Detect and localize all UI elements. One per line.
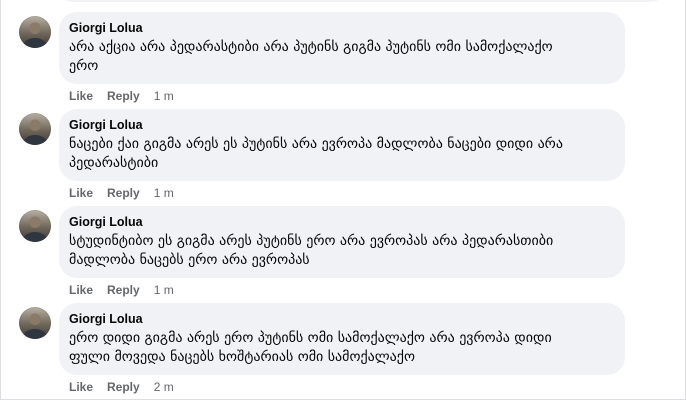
comment-item: Giorgi Lolua სტუდინტიბო ეს გიგმა არეს პუ… <box>1 206 686 307</box>
comment-item: Giorgi Lolua ერო დიდი გიგმა არეს ერო პუტ… <box>1 303 686 404</box>
comment-actions: Like Reply 2 m <box>69 379 174 395</box>
comment-item: Giorgi Lolua ნაცები ქაი გიგმა არეს ეს პუ… <box>1 109 686 210</box>
comments-panel: Giorgi Lolua არა აქცია არა პედარასტიბი ა… <box>0 0 686 400</box>
comment-actions: Like Reply 1 m <box>69 282 174 298</box>
comment-actions: Like Reply 1 m <box>69 88 174 104</box>
comment-bubble: Giorgi Lolua ნაცები ქაი გიგმა არეს ეს პუ… <box>59 109 625 181</box>
reply-button[interactable]: Reply <box>107 283 140 297</box>
comment-text: არა აქცია არა პედარასტიბი არა პუტინს გიგ… <box>69 39 553 74</box>
comment-actions: Like Reply 1 m <box>69 185 174 201</box>
comment-author[interactable]: Giorgi Lolua <box>69 117 613 133</box>
avatar[interactable] <box>19 210 51 242</box>
comment-bubble: Giorgi Lolua ერო დიდი გიგმა არეს ერო პუტ… <box>59 303 625 375</box>
comment-timestamp[interactable]: 2 m <box>154 380 174 394</box>
comment-bubble: Giorgi Lolua არა აქცია არა პედარასტიბი ა… <box>59 12 625 84</box>
comment-author[interactable]: Giorgi Lolua <box>69 214 613 230</box>
reply-button[interactable]: Reply <box>107 380 140 394</box>
like-button[interactable]: Like <box>69 283 93 297</box>
comment-timestamp[interactable]: 1 m <box>154 283 174 297</box>
avatar[interactable] <box>19 307 51 339</box>
comment-text: ნაცები ქაი გიგმა არეს ეს პუტინს არა ევრო… <box>69 136 563 171</box>
comment-timestamp[interactable]: 1 m <box>154 186 174 200</box>
avatar[interactable] <box>19 113 51 145</box>
reply-button[interactable]: Reply <box>107 186 140 200</box>
like-button[interactable]: Like <box>69 186 93 200</box>
avatar[interactable] <box>19 16 51 48</box>
previous-comment-bubble-edge <box>59 0 665 2</box>
like-button[interactable]: Like <box>69 380 93 394</box>
comment-bubble: Giorgi Lolua სტუდინტიბო ეს გიგმა არეს პუ… <box>59 206 625 278</box>
comment-author[interactable]: Giorgi Lolua <box>69 311 613 327</box>
comment-author[interactable]: Giorgi Lolua <box>69 20 613 36</box>
comment-text: სტუდინტიბო ეს გიგმა არეს პუტინს ერო არა … <box>69 233 554 268</box>
comment-item: Giorgi Lolua არა აქცია არა პედარასტიბი ა… <box>1 12 686 113</box>
comment-timestamp[interactable]: 1 m <box>154 89 174 103</box>
comment-text: ერო დიდი გიგმა არეს ერო პუტინს ომი სამოქ… <box>69 330 552 365</box>
reply-button[interactable]: Reply <box>107 89 140 103</box>
like-button[interactable]: Like <box>69 89 93 103</box>
